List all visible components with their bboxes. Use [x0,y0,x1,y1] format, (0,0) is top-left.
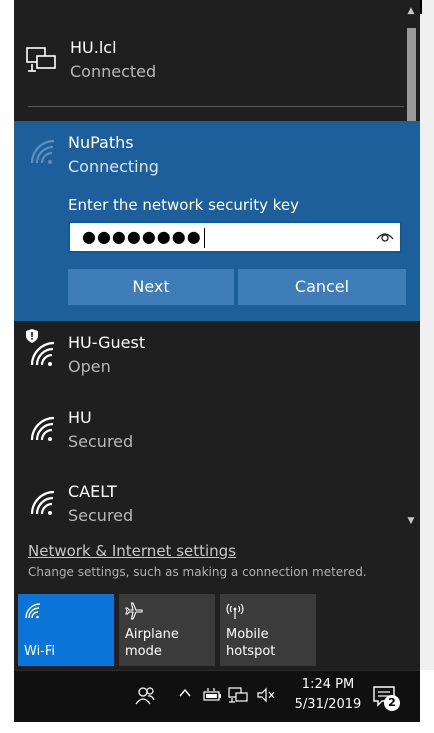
network-status: Open [68,357,111,376]
action-center-button[interactable]: 2 [370,683,400,713]
network-settings-description: Change settings, such as making a connec… [28,565,367,579]
network-item-caelt[interactable]: CAELT Secured [14,470,404,536]
network-status: Secured [68,506,134,525]
window-bottom-edge [0,722,434,733]
active-network-panel: NuPaths Connecting Enter the network sec… [14,121,420,321]
network-flyout: ▲ ▼ HU.lcl Connected NuPaths Connecting … [14,0,420,670]
network-settings-link[interactable]: Network & Internet settings [28,542,236,560]
security-key-label: Enter the network security key [68,196,300,214]
network-item-hu[interactable]: HU Secured [14,396,404,462]
network-icon[interactable] [228,686,248,704]
battery-icon[interactable] [202,687,222,703]
ethernet-connection-item[interactable]: HU.lcl Connected [14,26,404,92]
taskbar: 1:24 PM 5/31/2019 2 [14,670,420,723]
wifi-icon [30,341,55,366]
divider [28,106,404,107]
scroll-down-arrow-icon[interactable]: ▼ [404,514,418,528]
airplane-mode-tile[interactable]: Airplane mode [119,594,215,666]
network-name: CAELT [68,482,117,501]
tile-label: Mobile hotspot [226,627,276,659]
security-key-value: ●●●●●●●● [82,227,205,248]
active-network-name: NuPaths [68,133,134,152]
window-edge-mark [420,0,422,14]
next-button[interactable]: Next [68,269,234,305]
wifi-icon [30,139,55,164]
clock-date[interactable]: 5/31/2019 [284,697,372,712]
tile-label: Airplane mode [125,627,179,659]
background-window-edge [420,0,434,670]
network-item-hu-guest[interactable]: HU-Guest Open [14,321,404,387]
active-network-status: Connecting [68,157,159,176]
ethernet-name: HU.lcl [70,38,117,57]
wifi-icon [30,490,55,515]
network-name: HU [68,408,92,427]
airplane-icon [125,602,143,620]
volume-muted-icon[interactable] [256,686,276,704]
reveal-password-eye-icon[interactable] [376,229,394,245]
network-name: HU-Guest [68,333,146,352]
hotspot-icon [226,603,244,619]
text-caret [203,227,205,248]
clock-time[interactable]: 1:24 PM [290,677,366,692]
security-key-input[interactable]: ●●●●●●●● [68,221,402,253]
wifi-icon [30,416,55,441]
ethernet-icon [26,47,56,72]
cancel-button[interactable]: Cancel [238,269,406,305]
wifi-icon [25,603,41,619]
people-icon[interactable] [134,685,156,707]
network-status: Secured [68,432,134,451]
scroll-up-arrow-icon[interactable]: ▲ [404,4,418,18]
notification-count-badge: 2 [384,695,400,711]
ethernet-status: Connected [70,62,157,81]
mobile-hotspot-tile[interactable]: Mobile hotspot [220,594,316,666]
chevron-up-icon[interactable] [178,687,192,699]
tile-label: Wi-Fi [24,644,56,659]
wifi-toggle-tile[interactable]: Wi-Fi [18,594,114,666]
